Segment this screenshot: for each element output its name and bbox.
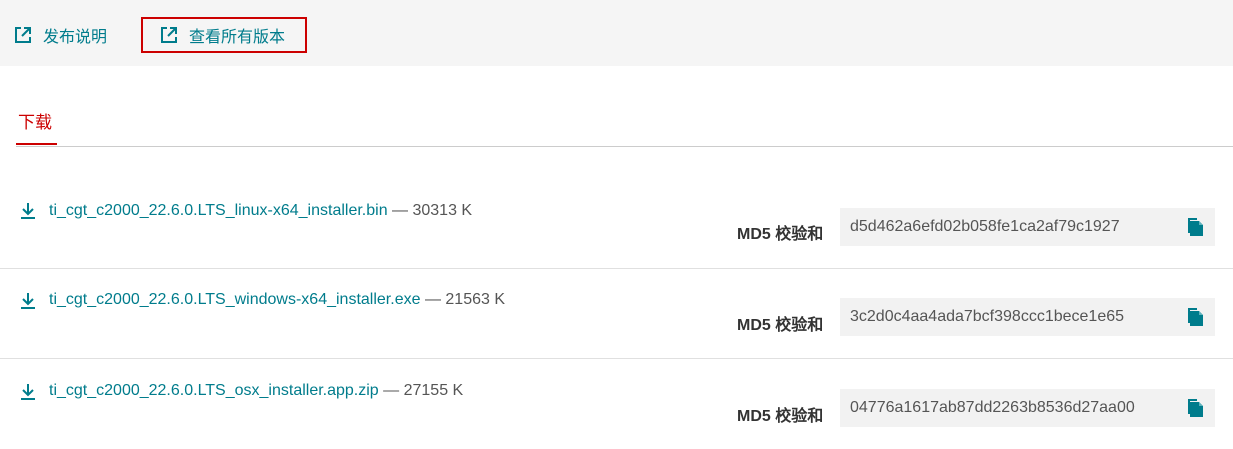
download-row: ti_cgt_c2000_22.6.0.LTS_windows-x64_inst…	[0, 268, 1233, 359]
md5-value[interactable]: 04776a1617ab87dd2263b8536d27aa00	[850, 399, 1135, 417]
download-row: ti_cgt_c2000_22.6.0.LTS_osx_installer.ap…	[0, 359, 1233, 449]
file-download-link[interactable]: ti_cgt_c2000_22.6.0.LTS_linux-x64_instal…	[49, 202, 388, 219]
copy-icon[interactable]	[1187, 398, 1205, 418]
file-download-link[interactable]: ti_cgt_c2000_22.6.0.LTS_windows-x64_inst…	[49, 291, 421, 308]
download-row: ti_cgt_c2000_22.6.0.LTS_linux-x64_instal…	[0, 178, 1233, 269]
tab-bar: 下载	[16, 112, 1233, 147]
file-download-link[interactable]: ti_cgt_c2000_22.6.0.LTS_osx_installer.ap…	[49, 382, 379, 399]
md5-value[interactable]: d5d462a6efd02b058fe1ca2af79c1927	[850, 218, 1120, 236]
file-size: — 30313 K	[387, 202, 473, 219]
copy-icon[interactable]	[1187, 217, 1205, 237]
view-all-versions-link[interactable]: 查看所有版本	[141, 17, 307, 53]
md5-label: MD5 校验和	[737, 317, 824, 334]
download-icon[interactable]	[19, 383, 37, 401]
md5-label: MD5 校验和	[737, 226, 824, 243]
view-all-versions-label: 查看所有版本	[189, 29, 286, 46]
file-line: ti_cgt_c2000_22.6.0.LTS_osx_installer.ap…	[49, 382, 463, 400]
external-link-icon	[161, 27, 177, 43]
external-link-icon	[15, 27, 31, 43]
top-toolbar: 发布说明 查看所有版本	[0, 0, 1233, 66]
md5-label: MD5 校验和	[737, 408, 824, 425]
file-line: ti_cgt_c2000_22.6.0.LTS_linux-x64_instal…	[49, 202, 472, 220]
file-size: — 27155 K	[378, 382, 464, 399]
download-icon[interactable]	[19, 292, 37, 310]
file-size: — 21563 K	[420, 291, 505, 308]
md5-box: d5d462a6efd02b058fe1ca2af79c1927	[840, 208, 1215, 246]
md5-box: 3c2d0c4aa4ada7bcf398ccc1bece1e65	[840, 298, 1215, 336]
copy-icon[interactable]	[1187, 307, 1205, 327]
download-icon[interactable]	[19, 202, 37, 220]
md5-box: 04776a1617ab87dd2263b8536d27aa00	[840, 389, 1215, 427]
tab-download[interactable]: 下载	[16, 112, 57, 145]
file-line: ti_cgt_c2000_22.6.0.LTS_windows-x64_inst…	[49, 291, 505, 309]
release-notes-label: 发布说明	[43, 29, 108, 46]
md5-value[interactable]: 3c2d0c4aa4ada7bcf398ccc1bece1e65	[850, 308, 1124, 326]
release-notes-link[interactable]: 发布说明	[14, 17, 107, 53]
